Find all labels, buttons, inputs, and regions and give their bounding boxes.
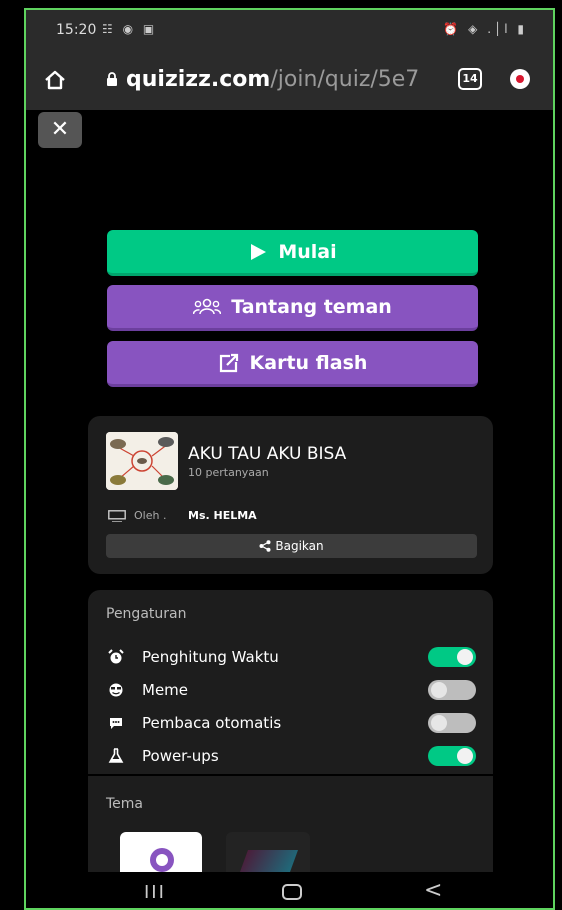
alarm-icon [108, 649, 124, 664]
author-name: Ms. HELMA [188, 509, 257, 522]
browser-toolbar: quizizz.com/join/quiz/5e7 14 [26, 50, 553, 110]
quiz-title: AKU TAU AKU BISA [188, 444, 347, 464]
question-count: 10 pertanyaan [188, 466, 269, 479]
browser-menu-icon[interactable] [510, 69, 530, 89]
flashcards-button[interactable]: Kartu flash [107, 341, 478, 387]
settings-card: Pengaturan Penghitung Waktu Meme Pembaca… [88, 590, 493, 908]
android-nav-bar: III < [26, 872, 553, 908]
url-domain: quizizz.com [126, 67, 271, 92]
system-icons: ⏰ ◈ .│l ▮ [443, 22, 527, 36]
challenge-label: Tantang teman [231, 295, 392, 318]
tab-switcher-icon[interactable]: 14 [458, 68, 482, 90]
divider [88, 774, 493, 776]
notification-icons: ☷ ◉ ▣ [102, 22, 158, 36]
nav-home-icon[interactable] [282, 884, 302, 900]
status-bar: 15:20 ☷ ◉ ▣ ⏰ ◈ .│l ▮ [26, 10, 553, 50]
challenge-friends-button[interactable]: Tantang teman [107, 285, 478, 331]
setting-powerups: Power-ups [106, 745, 476, 769]
share-icon [259, 540, 271, 552]
author-prefix: Oleh . [134, 509, 167, 522]
home-icon[interactable] [44, 70, 66, 90]
phone-screen: 15:20 ☷ ◉ ▣ ⏰ ◈ .│l ▮ quizizz.com/join/q… [24, 8, 555, 910]
setting-read-aloud: Pembaca otomatis [106, 712, 476, 736]
play-icon [251, 243, 267, 260]
quizizz-logo-icon [150, 848, 174, 872]
setting-meme: Meme [106, 679, 476, 703]
lock-icon [107, 72, 117, 86]
recent-apps-icon[interactable]: III [144, 882, 166, 903]
quiz-thumbnail [106, 432, 178, 490]
group-icon [193, 298, 222, 314]
flashcards-label: Kartu flash [249, 351, 368, 374]
start-button[interactable]: Mulai [107, 230, 478, 276]
meme-toggle[interactable] [428, 680, 476, 700]
speech-icon [110, 718, 122, 729]
start-label: Mulai [278, 240, 337, 263]
setting-timer: Penghitung Waktu [106, 646, 476, 670]
read-aloud-toggle[interactable] [428, 713, 476, 733]
flask-icon [108, 748, 124, 763]
meme-icon [109, 683, 123, 697]
settings-title: Pengaturan [106, 606, 187, 622]
timer-toggle[interactable] [428, 647, 476, 667]
external-edit-icon [219, 353, 238, 372]
quiz-info-card: AKU TAU AKU BISA 10 pertanyaan Oleh . Ms… [88, 416, 493, 574]
share-button[interactable]: Bagikan [106, 534, 477, 558]
setting-label: Meme [142, 681, 189, 699]
url-path: /join/quiz/5e7 [270, 67, 420, 92]
back-icon[interactable]: < [424, 878, 442, 903]
setting-label: Power-ups [142, 747, 219, 765]
setting-label: Penghitung Waktu [142, 648, 279, 666]
url-field[interactable]: quizizz.com/join/quiz/5e7 [126, 67, 446, 92]
close-button[interactable]: ✕ [38, 112, 82, 148]
setting-label: Pembaca otomatis [142, 714, 282, 732]
status-time: 15:20 [56, 22, 97, 38]
theme-title: Tema [106, 796, 144, 812]
powerups-toggle[interactable] [428, 746, 476, 766]
teacher-icon [108, 510, 126, 522]
share-label: Bagikan [275, 539, 324, 553]
